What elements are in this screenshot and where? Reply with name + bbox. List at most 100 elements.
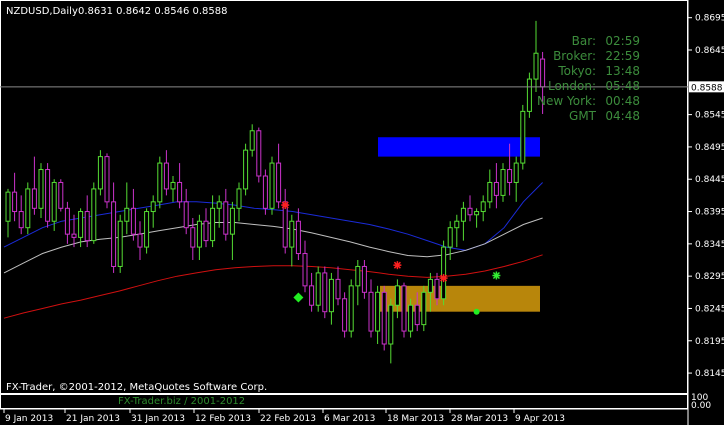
candle-bear xyxy=(190,227,196,248)
subwindow-tick-bottom: 0.00 xyxy=(691,401,711,411)
candle-bull xyxy=(427,278,433,293)
candle-bull xyxy=(216,201,222,209)
candle-bull xyxy=(78,211,84,238)
symbol-label: NZDUSD,Daily xyxy=(6,6,78,17)
price-axis: 0.8695 0.8645 0.8545 0.8495 0.8445 0.8395 0.83… xyxy=(688,14,724,379)
candle-bull xyxy=(25,188,31,229)
candle-bull xyxy=(170,181,176,190)
time-axis: 9 Jan 2013 21 Jan 2013 31 Jan 2013 12 Feb 2… xyxy=(3,409,565,424)
candle-bull xyxy=(51,181,57,222)
candle-bull xyxy=(249,130,255,151)
price-tick-label: 0.8545 xyxy=(695,111,724,121)
time-tick-label: 21 Jan 2013 xyxy=(66,414,120,424)
price-tick-label: 0.8645 xyxy=(695,46,724,56)
candle-bull xyxy=(315,272,321,306)
clock-value-gmt: 04:48 xyxy=(605,109,640,123)
time-tick-label: 9 Jan 2013 xyxy=(5,414,53,424)
candle-bear xyxy=(137,233,143,248)
price-tick-label: 0.8295 xyxy=(695,272,724,282)
candle-bull xyxy=(394,285,400,306)
candle-bear xyxy=(104,156,110,203)
candle-bear xyxy=(18,211,24,229)
candle-bull xyxy=(487,181,493,203)
candle-bear xyxy=(256,130,262,177)
red-star-marker xyxy=(393,261,402,270)
candle-bear xyxy=(183,201,189,229)
candle-bear xyxy=(12,191,18,213)
time-tick-label: 31 Jan 2013 xyxy=(131,414,185,424)
price-chart[interactable]: NZDUSD,Daily 0.8631 0.8642 0.8546 0.8588… xyxy=(0,0,724,425)
candle-bear xyxy=(401,285,407,332)
candle-bear xyxy=(414,304,420,326)
candle-bear xyxy=(467,207,473,216)
price-tick-label: 0.8195 xyxy=(695,337,724,347)
watermark-text: FX-Trader.biz / 2001-2012 xyxy=(118,396,245,407)
candle-bear xyxy=(276,162,282,203)
candle-bull xyxy=(408,304,414,332)
candle-bear xyxy=(84,211,90,242)
candle-bull xyxy=(91,188,97,242)
clock-label-london: London: xyxy=(548,79,596,93)
candle-bear xyxy=(223,201,229,235)
candle-bear xyxy=(309,285,315,306)
candle-bear xyxy=(111,201,117,267)
current-price-label: 0.8588 xyxy=(691,83,723,93)
clock-label-bar: Bar: xyxy=(572,34,596,48)
price-tick-label: 0.8445 xyxy=(695,175,724,185)
candle-bear xyxy=(368,291,374,332)
time-tick-label: 18 Mar 2013 xyxy=(387,414,444,424)
candle-bull xyxy=(328,278,334,313)
candle-bear xyxy=(45,169,51,222)
candle-bull xyxy=(513,162,519,183)
time-tick-label: 28 Mar 2013 xyxy=(451,414,508,424)
price-tick-label: 0.8145 xyxy=(695,369,724,379)
candle-bear xyxy=(58,181,64,209)
candle-bear xyxy=(71,233,77,238)
candle-bear xyxy=(295,220,301,255)
clock-label-gmt: GMT xyxy=(569,109,597,123)
candle-bull xyxy=(196,220,202,248)
candle-bull xyxy=(480,201,486,213)
copyright-text: FX-Trader, ©2001-2012, MetaQuotes Softwa… xyxy=(6,382,267,393)
candle-bear xyxy=(335,278,341,300)
candle-bear xyxy=(493,181,499,196)
candle-bear xyxy=(381,291,387,345)
candle-bear xyxy=(302,253,308,287)
candle-bull xyxy=(533,52,539,80)
ohlc-values: 0.8631 0.8642 0.8546 0.8588 xyxy=(78,6,228,17)
clock-value-tokyo: 13:48 xyxy=(605,64,640,78)
green-dot-marker xyxy=(473,308,480,315)
candle-bull xyxy=(97,156,103,190)
candle-bear xyxy=(342,298,348,332)
candle-bull xyxy=(355,265,361,287)
red-star-marker xyxy=(281,201,290,210)
time-tick-label: 9 Apr 2013 xyxy=(515,414,565,424)
candle-bear xyxy=(262,175,268,209)
indicator-subwindow xyxy=(0,394,688,409)
current-price-badge: 0.8588 xyxy=(689,81,724,93)
candle-bull xyxy=(150,201,156,213)
candle-bull xyxy=(236,188,242,209)
price-tick-label: 0.8695 xyxy=(695,14,724,24)
candle-bull xyxy=(210,207,216,242)
candle-bull xyxy=(375,291,381,332)
clock-value-bar: 02:59 xyxy=(605,34,640,48)
candle-bear xyxy=(434,278,440,300)
candle-bull xyxy=(124,207,130,222)
candle-bear xyxy=(177,181,183,203)
price-tick-label: 0.8495 xyxy=(695,143,724,153)
green-star-marker xyxy=(492,271,501,280)
clock-value-newyork: 00:48 xyxy=(605,94,640,108)
time-tick-label: 6 Mar 2013 xyxy=(324,414,375,424)
supply-zone xyxy=(378,137,540,157)
candle-bull xyxy=(474,211,480,216)
price-tick-label: 0.8345 xyxy=(695,240,724,250)
candle-bear xyxy=(322,272,328,313)
candle-bull xyxy=(38,169,44,209)
candle-bear xyxy=(361,265,367,293)
red-star-marker xyxy=(439,274,448,283)
candle-bull xyxy=(5,191,11,222)
price-tick-label: 0.8395 xyxy=(695,208,724,218)
candle-bull xyxy=(144,211,150,248)
candle-bull xyxy=(500,169,506,196)
